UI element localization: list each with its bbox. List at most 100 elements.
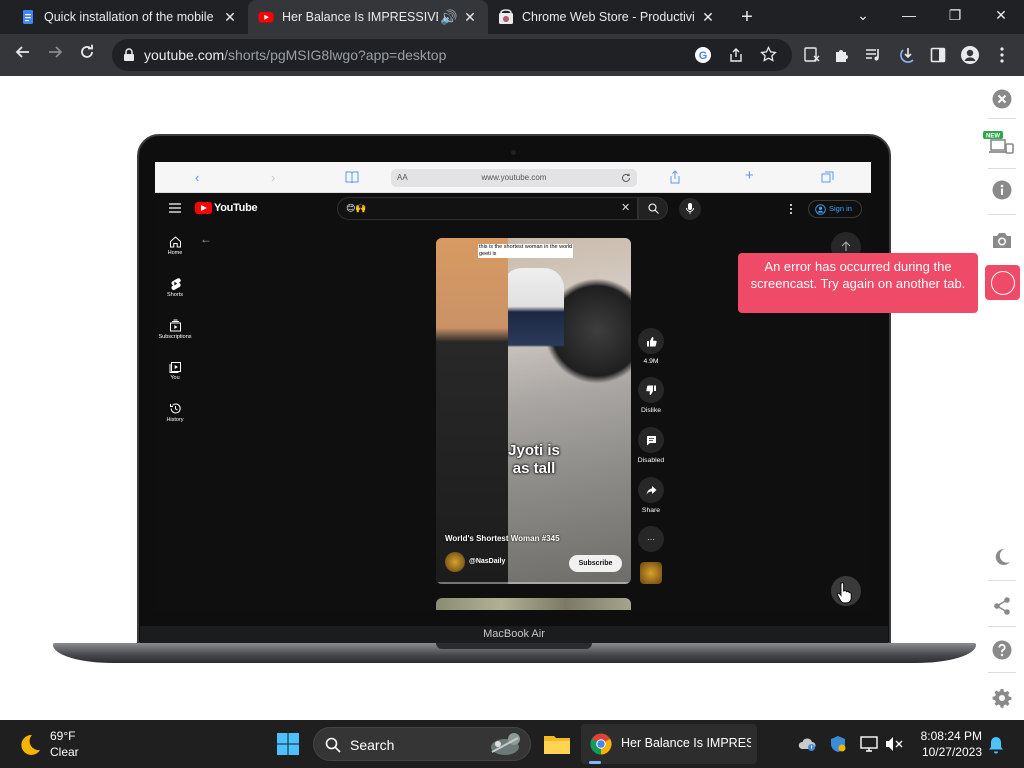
notification-bell-icon[interactable] xyxy=(988,736,1004,754)
restore-button[interactable]: ❐ xyxy=(932,0,978,30)
kebab-menu-icon[interactable] xyxy=(990,43,1014,67)
record-button[interactable] xyxy=(985,265,1020,300)
yt-sidebar-shorts[interactable]: Shorts xyxy=(155,277,195,298)
overlay-caption-line: geeti is xyxy=(479,251,497,257)
share-label: Share xyxy=(641,507,661,514)
like-button[interactable]: 4.9M xyxy=(636,328,666,365)
mock-address-bar[interactable]: AA www.youtube.com xyxy=(391,169,637,187)
weather-condition[interactable]: Clear xyxy=(50,745,79,759)
profile-icon[interactable] xyxy=(958,43,982,67)
tab-webstore[interactable]: Chrome Web Store - Productivity ✕ xyxy=(488,0,726,34)
subscriptions-icon xyxy=(169,319,181,332)
short-title[interactable]: World's Shortest Woman #345 xyxy=(445,534,560,543)
mock-tabs-icon[interactable] xyxy=(821,171,834,183)
address-bar[interactable]: youtube.com/shorts/pgMSIG8lwgo?app=deskt… xyxy=(112,39,792,71)
youtube-settings-dots-icon[interactable] xyxy=(789,203,793,215)
next-short-preview[interactable] xyxy=(436,598,631,610)
taskbar-clock-time[interactable]: 8:08:24 PM xyxy=(904,729,982,743)
dislike-button[interactable]: Dislike xyxy=(636,377,666,414)
more-actions-button[interactable]: ··· xyxy=(636,526,666,556)
home-icon xyxy=(169,236,181,248)
shorts-video-player[interactable]: this is the shortest woman in the world g… xyxy=(436,238,631,584)
tab-close-icon[interactable]: ✕ xyxy=(700,9,716,26)
back-button[interactable] xyxy=(8,40,38,70)
taskbar-search[interactable]: Search xyxy=(313,727,531,761)
windows-start-icon[interactable] xyxy=(276,732,300,756)
translate-extension-icon[interactable] xyxy=(800,43,824,67)
mock-new-tab-icon[interactable]: + xyxy=(745,167,754,184)
mock-back-icon[interactable]: ‹ xyxy=(195,170,199,185)
minimize-button[interactable]: — xyxy=(886,0,932,30)
shorts-back-arrow-icon[interactable]: ← xyxy=(200,232,212,246)
comments-button[interactable]: Disabled xyxy=(636,427,666,464)
google-lens-icon[interactable]: G xyxy=(694,46,712,64)
new-tab-button[interactable]: + xyxy=(734,5,760,29)
download-sync-icon[interactable] xyxy=(896,43,920,67)
youtube-search-input[interactable]: 😊🙌 xyxy=(337,197,638,220)
hamburger-menu-icon[interactable] xyxy=(169,203,181,213)
side-panel-icon[interactable] xyxy=(926,43,950,67)
laptop-screen: ‹ › AA www.youtube.com + YouTube 😊🙌 ✕ Si… xyxy=(155,162,871,610)
mock-bookmarks-icon[interactable] xyxy=(345,171,359,183)
channel-avatar[interactable] xyxy=(445,552,465,572)
yt-sidebar-label: History xyxy=(166,417,184,423)
dislike-label: Dislike xyxy=(640,407,662,414)
devices-button[interactable]: NEW xyxy=(982,130,1016,158)
mock-forward-icon[interactable]: › xyxy=(271,170,275,185)
subscribe-button[interactable]: Subscribe xyxy=(569,555,622,572)
tab-youtube[interactable]: Her Balance Is IMPRESSIVE!🙌 🔊 ✕ xyxy=(248,0,488,34)
mock-reload-icon[interactable] xyxy=(621,173,631,183)
share-button[interactable]: Share xyxy=(636,477,666,514)
tab-close-icon[interactable]: ✕ xyxy=(462,9,478,26)
tab-close-icon[interactable]: ✕ xyxy=(222,9,238,26)
sound-thumbnail[interactable] xyxy=(640,562,662,584)
yt-sidebar-subscriptions[interactable]: Subscriptions xyxy=(155,319,195,340)
bookmark-star-icon[interactable] xyxy=(760,46,777,63)
voice-search-button[interactable] xyxy=(679,198,701,220)
mock-url-host: www.youtube.com xyxy=(481,173,547,182)
browser-toolbar: youtube.com/shorts/pgMSIG8lwgo?app=deskt… xyxy=(0,34,1024,76)
yt-sidebar-home[interactable]: Home xyxy=(155,235,195,256)
youtube-icon xyxy=(258,12,274,23)
share-icon[interactable] xyxy=(728,47,744,63)
channel-handle[interactable]: @NasDaily xyxy=(469,558,505,565)
screenshot-button[interactable] xyxy=(988,226,1016,254)
tab-search-icon[interactable]: ⌄ xyxy=(840,0,886,30)
youtube-logo[interactable]: YouTube xyxy=(195,202,258,214)
speaker-icon[interactable]: 🔊 xyxy=(440,9,457,26)
taskbar-clock-date[interactable]: 10/27/2023 xyxy=(904,745,982,759)
tab-docs[interactable]: Quick installation of the mobile a ✕ xyxy=(10,0,248,34)
weather-temperature[interactable]: 69°F xyxy=(50,729,75,743)
extension-settings-button[interactable] xyxy=(988,684,1016,712)
extensions-puzzle-icon[interactable] xyxy=(830,43,854,67)
weather-moon-icon[interactable] xyxy=(18,733,42,757)
yt-sidebar-you[interactable]: You xyxy=(155,360,195,381)
close-panel-button[interactable] xyxy=(988,85,1016,113)
youtube-search-button[interactable] xyxy=(638,197,668,220)
windows-taskbar: 69°F Clear Search Her Balance Is IMPRESS… xyxy=(0,720,1024,768)
youtube-signin-button[interactable]: Sign in xyxy=(808,200,862,218)
video-frame-subject xyxy=(502,268,564,378)
media-playlist-icon[interactable] xyxy=(861,43,885,67)
video-progress-bar[interactable] xyxy=(436,582,631,584)
close-window-button[interactable]: ✕ xyxy=(978,0,1024,30)
security-shield-icon[interactable] xyxy=(829,735,847,753)
onedrive-icon[interactable] xyxy=(798,736,816,752)
volume-muted-icon[interactable] xyxy=(884,735,904,753)
share-extension-button[interactable] xyxy=(988,592,1016,620)
mock-share-icon[interactable] xyxy=(669,170,681,184)
help-button[interactable] xyxy=(988,636,1016,664)
file-explorer-icon[interactable] xyxy=(543,732,571,756)
taskbar-chrome-window[interactable]: Her Balance Is IMPRESSIVE! xyxy=(581,724,757,764)
clear-search-icon[interactable]: ✕ xyxy=(621,201,630,214)
yt-sidebar-history[interactable]: History xyxy=(155,402,195,423)
display-icon[interactable] xyxy=(860,735,880,753)
yt-sidebar-label: Shorts xyxy=(167,292,183,298)
reload-button[interactable] xyxy=(72,40,102,70)
youtube-masthead: YouTube 😊🙌 ✕ Sign in xyxy=(155,193,871,225)
dark-mode-button[interactable] xyxy=(988,543,1016,571)
info-button[interactable] xyxy=(988,176,1016,204)
subtitle-line: as tall xyxy=(512,460,556,477)
docs-icon xyxy=(23,10,33,24)
forward-button[interactable] xyxy=(40,40,70,70)
